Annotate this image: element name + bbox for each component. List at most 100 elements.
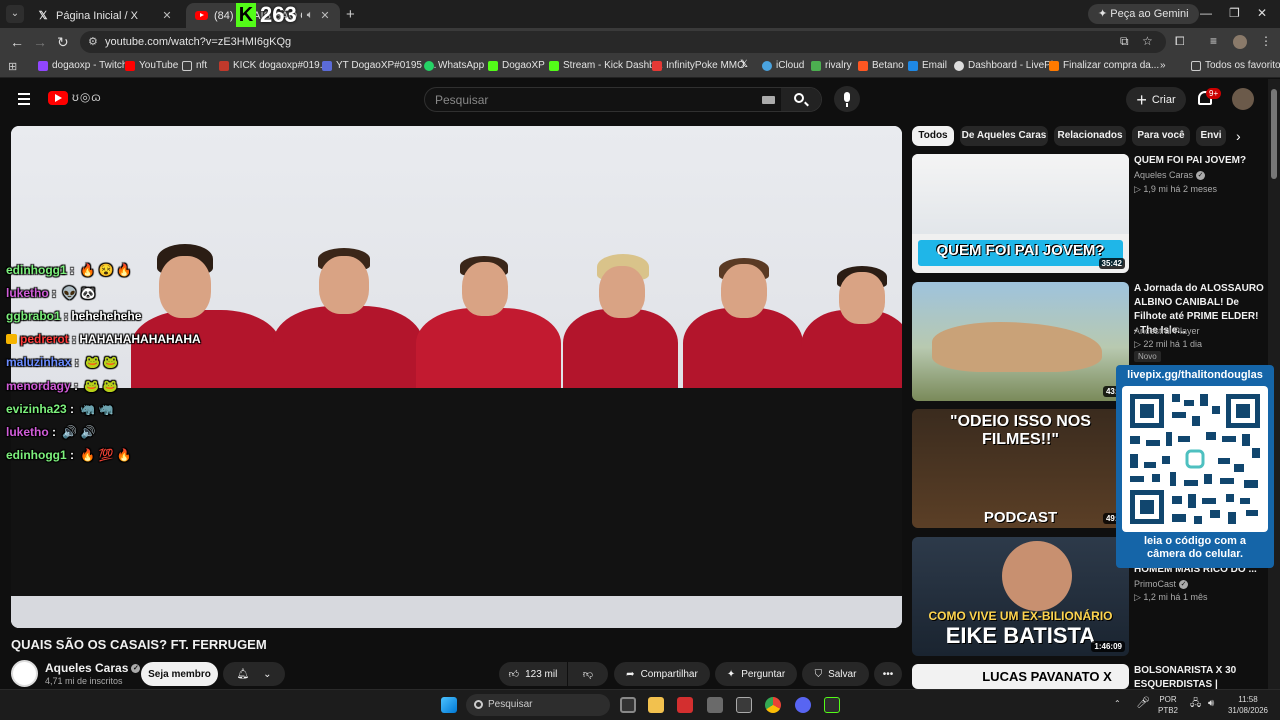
profile-avatar[interactable] (1233, 35, 1247, 49)
menu-icon[interactable]: ⋮ (1260, 34, 1272, 48)
chip-for-you[interactable]: Para você (1132, 126, 1190, 146)
save-button[interactable]: ⛉ Salvar (802, 662, 869, 686)
microphone-icon[interactable]: 🎤︎ (1136, 698, 1150, 709)
recommendation-item[interactable]: QUEM FOI PAI JOVEM? 35:42 QUEM FOI PAI J… (912, 154, 1268, 273)
network-icon[interactable]: 🖧 (1190, 698, 1201, 709)
youtube-doodle-icon[interactable]: ʊ◎ɷ (72, 90, 102, 104)
close-window-button[interactable]: ✕ (1257, 6, 1267, 20)
search-box[interactable]: Pesquisar (424, 87, 822, 112)
app-icon[interactable] (677, 697, 693, 713)
youtube-header: ʊ◎ɷ Pesquisar + Criar 9+ (0, 79, 1268, 121)
tab-twitter[interactable]: 𝕏 Página Inicial / X ✕ (28, 3, 182, 28)
dislike-button[interactable]: 👎︎ (568, 662, 608, 686)
file-explorer-icon[interactable] (648, 697, 664, 713)
bookmark-item[interactable]: rivalry (811, 60, 852, 71)
task-view-icon[interactable] (620, 697, 636, 713)
media-controls-icon[interactable]: ≡ (1210, 34, 1217, 48)
scrollbar-thumb[interactable] (1271, 89, 1277, 179)
bookmark-item[interactable]: Email (908, 60, 947, 71)
chip-channel[interactable]: De Aqueles Caras (960, 126, 1048, 146)
create-button[interactable]: + Criar (1126, 87, 1186, 112)
video-thumbnail[interactable]: "ODEIO ISSO NOS FILMES!!" PODCAST 49:3 (912, 409, 1129, 528)
bookmark-item[interactable]: InfinityPoke MMO (652, 60, 745, 71)
account-avatar[interactable] (1232, 88, 1254, 110)
bookmark-item[interactable]: DogaoXP (488, 60, 545, 71)
tray-overflow-icon[interactable]: ⌃ (1114, 698, 1121, 709)
back-icon[interactable]: ← (10, 34, 24, 50)
video-thumbnail[interactable]: 43:4 (912, 282, 1129, 401)
minimize-button[interactable]: — (1200, 6, 1212, 20)
new-tab-button[interactable]: + (346, 6, 355, 23)
search-input[interactable]: Pesquisar (435, 93, 488, 107)
recommendation-item[interactable]: LUCAS PAVANATO X BOLSONARISTA X 30 ESQUE… (912, 664, 1268, 689)
youtube-logo[interactable] (48, 91, 68, 105)
bookmark-item[interactable]: WhatsApp (424, 60, 484, 71)
tab-search-button[interactable]: ⌄ (6, 5, 24, 23)
keyboard-icon[interactable] (762, 96, 775, 104)
clock[interactable]: 11:58 31/08/2026 (1224, 694, 1272, 716)
apps-grid-icon[interactable]: ⊞ (8, 60, 17, 73)
bookmark-star-icon[interactable]: ☆ (1142, 34, 1153, 48)
recommendation-channel[interactable]: Ancestral Player (1134, 326, 1200, 336)
site-info-icon[interactable]: ⚙ (88, 35, 98, 48)
close-icon[interactable]: ✕ (318, 9, 332, 22)
restore-button[interactable]: ❐ (1229, 6, 1240, 20)
video-title: QUAIS SÃO OS CASAIS? FT. FERRUGEM (11, 637, 267, 652)
video-thumbnail[interactable]: COMO VIVE UM EX-BILIONÁRIO EIKE BATISTA … (912, 537, 1129, 656)
chip-uploaded[interactable]: Envi (1196, 126, 1226, 146)
channel-avatar[interactable] (11, 660, 38, 687)
all-favorites[interactable]: Todos os favoritos (1191, 60, 1280, 71)
address-bar[interactable]: ⚙ youtube.com/watch?v=zE3HMI6gKQg (80, 31, 1166, 53)
bookmark-item[interactable]: YT DogaoXP#0195 -... (322, 60, 436, 71)
bookmark-item[interactable]: Finalizar compra da... (1049, 60, 1159, 71)
windows-start-icon[interactable] (441, 697, 457, 713)
share-button[interactable]: ➦ Compartilhar (614, 662, 710, 686)
forward-icon[interactable]: → (33, 34, 47, 50)
gemini-button[interactable]: ✦ Peça ao Gemini (1088, 4, 1199, 24)
chrome-icon[interactable] (765, 697, 781, 713)
bookmark-folder[interactable]: nft (182, 60, 207, 71)
extensions-icon[interactable]: ⧠ (1175, 34, 1185, 49)
like-button[interactable]: 👍︎ 123 mil (499, 662, 567, 686)
channel-name-link[interactable]: Aqueles Caras ✓ (45, 661, 141, 675)
taskbar-search[interactable]: Pesquisar (466, 694, 610, 716)
recommendation-channel[interactable]: Aqueles Caras ✓ (1134, 170, 1206, 181)
recommendation-title[interactable]: QUEM FOI PAI JOVEM? (1134, 154, 1264, 168)
join-member-button[interactable]: Seja membro (141, 662, 218, 686)
search-button[interactable] (781, 88, 821, 111)
chip-related[interactable]: Relacionados (1054, 126, 1126, 146)
calculator-icon[interactable] (736, 697, 752, 713)
recommendation-channel[interactable]: PrimoCast ✓ (1134, 579, 1189, 590)
video-thumbnail[interactable]: QUEM FOI PAI JOVEM? 35:42 (912, 154, 1129, 273)
bookmark-item[interactable]: dogaoxp - Twitch (38, 60, 127, 71)
close-icon[interactable]: ✕ (160, 9, 174, 22)
language-indicator[interactable]: POR PTB2 (1158, 694, 1178, 716)
bookmark-item[interactable]: Dashboard - LivePix (954, 60, 1058, 71)
chat-emotes: 🐸 🐸 (85, 355, 119, 370)
obs-icon[interactable] (824, 697, 840, 713)
bookmark-item[interactable]: Betano (858, 60, 904, 71)
more-actions-button[interactable]: ••• (874, 662, 902, 686)
icloud-icon (762, 60, 772, 71)
voice-search-button[interactable] (834, 86, 860, 112)
ask-button[interactable]: ✦ Perguntar (715, 662, 797, 686)
bookmark-item[interactable]: iCloud (762, 60, 804, 71)
volume-icon[interactable]: 🔊︎ (1208, 698, 1214, 709)
bookmarks-overflow[interactable]: » (1160, 60, 1166, 71)
chevron-right-icon[interactable]: › (1236, 128, 1241, 144)
reload-icon[interactable]: ↻ (57, 34, 69, 51)
bookmark-item[interactable]: YouTube (125, 60, 178, 71)
bookmark-item[interactable]: KICK dogaoxp#019... (219, 60, 328, 71)
discord-icon[interactable] (795, 697, 811, 713)
recommendation-title[interactable]: BOLSONARISTA X 30 ESQUERDISTAS | Bolsona… (1134, 664, 1264, 689)
bookmark-item[interactable]: 𝕏 (740, 60, 754, 70)
folder-icon (1191, 60, 1201, 71)
chip-all[interactable]: Todos (912, 126, 954, 146)
snipping-tool-icon[interactable] (707, 697, 723, 713)
subscribed-notifications-button[interactable]: 🔔︎ ⌄ (223, 662, 285, 686)
mute-icon[interactable]: 🔈︎ (302, 9, 318, 22)
video-thumbnail[interactable]: LUCAS PAVANATO X (912, 664, 1129, 689)
bookmark-item[interactable]: Stream - Kick Dashb... (549, 60, 663, 71)
menu-hamburger-icon[interactable] (18, 93, 30, 108)
cast-icon[interactable]: ⧉ (1120, 34, 1129, 49)
